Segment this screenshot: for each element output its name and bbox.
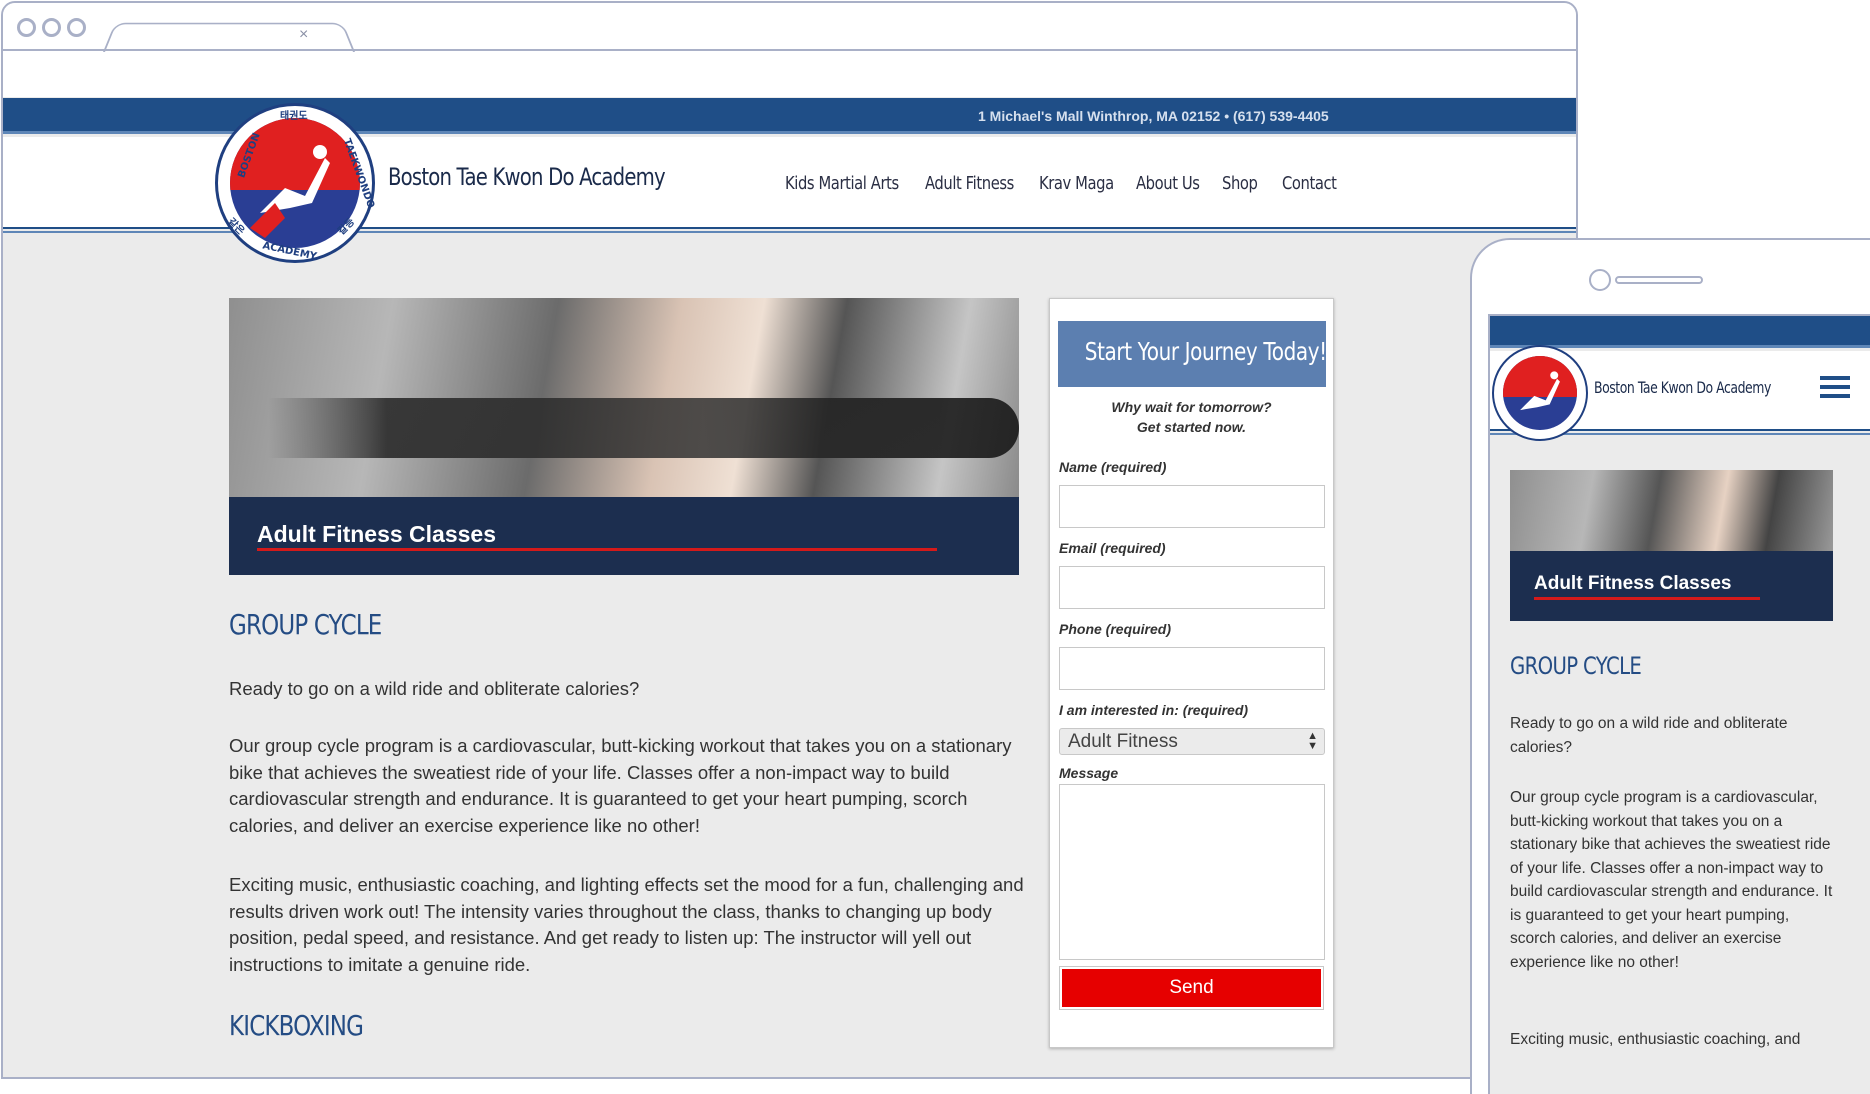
name-input[interactable] [1059, 485, 1325, 528]
logo-text-korean-top: 태권도 [280, 111, 308, 122]
nav-contact[interactable]: Contact [1282, 173, 1337, 194]
interest-label: I am interested in: (required) [1059, 702, 1249, 718]
tab-close-icon[interactable]: × [299, 27, 308, 43]
mobile-phone-frame: Boston Tae Kwon Do Academy Adult Fitness… [1470, 238, 1870, 1094]
mobile-details-paragraph: Exciting music, enthusiastic coaching, a… [1510, 1031, 1801, 1048]
email-label: Email (required) [1059, 540, 1166, 556]
intro-paragraph: Ready to go on a wild ride and obliterat… [229, 678, 640, 699]
form-subtitle-line2: Get started now. [1136, 419, 1247, 435]
interest-select[interactable]: Adult Fitness ▲ ▼ [1059, 728, 1325, 755]
hero-banner: Adult Fitness Classes [229, 298, 1019, 575]
academy-logo[interactable]: BOSTON 태권도 TAEKWONDO ACADEMY 같은 칼등 [215, 103, 376, 263]
nav-shop[interactable]: Shop [1222, 173, 1258, 194]
hero-cycling-image [229, 298, 1019, 497]
mobile-description-paragraph: Our group cycle program is a cardiovascu… [1510, 789, 1833, 971]
mobile-logo-kicker-icon [1520, 371, 1560, 411]
signup-form: Start Your Journey Today! Why wait for t… [1049, 298, 1334, 1048]
nav-adult-fitness[interactable]: Adult Fitness [925, 173, 1014, 194]
chrome-divider [3, 49, 1576, 51]
message-textarea[interactable] [1059, 784, 1325, 960]
mobile-top-bar [1490, 316, 1870, 348]
message-label: Message [1059, 765, 1119, 781]
mobile-site-title[interactable]: Boston Tae Kwon Do Academy [1594, 378, 1771, 397]
details-paragraph: Exciting music, enthusiastic coaching, a… [229, 874, 1024, 975]
browser-tab[interactable] [103, 22, 355, 52]
window-close-dot[interactable] [17, 18, 36, 37]
form-header: Start Your Journey Today! [1058, 321, 1327, 387]
address-text: 1 Michael's Mall Winthrop, MA 02152 • (6… [978, 108, 1329, 124]
mobile-hero-underline [1534, 597, 1760, 600]
form-subtitle-line1: Why wait for tomorrow? [1111, 399, 1272, 415]
phone-label: Phone (required) [1059, 621, 1172, 637]
name-label: Name (required) [1059, 459, 1167, 475]
nav-about-us[interactable]: About Us [1136, 173, 1200, 194]
section-heading-kickboxing: KICKBOXING [229, 1009, 364, 1042]
mobile-hero-banner: Adult Fitness Classes [1510, 470, 1833, 621]
form-title: Start Your Journey Today! [1084, 337, 1327, 366]
mobile-hero-title: Adult Fitness Classes [1534, 573, 1732, 594]
mockup-stage: × 1 Michael's Mall Winthrop, MA 02152 • … [0, 0, 1870, 1094]
interest-select-value: Adult Fitness [1068, 731, 1178, 752]
hero-underline [257, 548, 937, 551]
email-input[interactable] [1059, 566, 1325, 609]
mobile-intro-paragraph: Ready to go on a wild ride and obliterat… [1510, 715, 1788, 756]
select-arrows-icon: ▲ ▼ [1307, 730, 1318, 752]
hero-title: Adult Fitness Classes [257, 521, 497, 547]
window-maximize-dot[interactable] [67, 18, 86, 37]
hamburger-menu-icon[interactable] [1820, 376, 1850, 400]
phone-camera [1589, 269, 1611, 291]
section-heading-group-cycle: GROUP CYCLE [229, 608, 382, 641]
phone-input[interactable] [1059, 647, 1325, 690]
send-button[interactable]: Send [1059, 966, 1324, 1010]
mobile-section-heading: GROUP CYCLE [1510, 652, 1642, 680]
hero-handlebar-shape [229, 398, 1019, 458]
mobile-academy-logo[interactable] [1492, 345, 1588, 441]
nav-krav-maga[interactable]: Krav Maga [1039, 173, 1114, 194]
browser-chrome: × [3, 3, 1576, 97]
mobile-logo-emblem [1503, 356, 1577, 430]
site-title[interactable]: Boston Tae Kwon Do Academy [388, 163, 666, 191]
mobile-hero-image [1510, 470, 1833, 551]
description-paragraph: Our group cycle program is a cardiovascu… [229, 735, 1012, 836]
desktop-browser-window: × 1 Michael's Mall Winthrop, MA 02152 • … [1, 1, 1578, 1079]
window-minimize-dot[interactable] [42, 18, 61, 37]
mobile-screen: Boston Tae Kwon Do Academy Adult Fitness… [1488, 314, 1870, 1094]
phone-speaker [1615, 276, 1703, 284]
nav-kids-martial-arts[interactable]: Kids Martial Arts [785, 173, 899, 194]
